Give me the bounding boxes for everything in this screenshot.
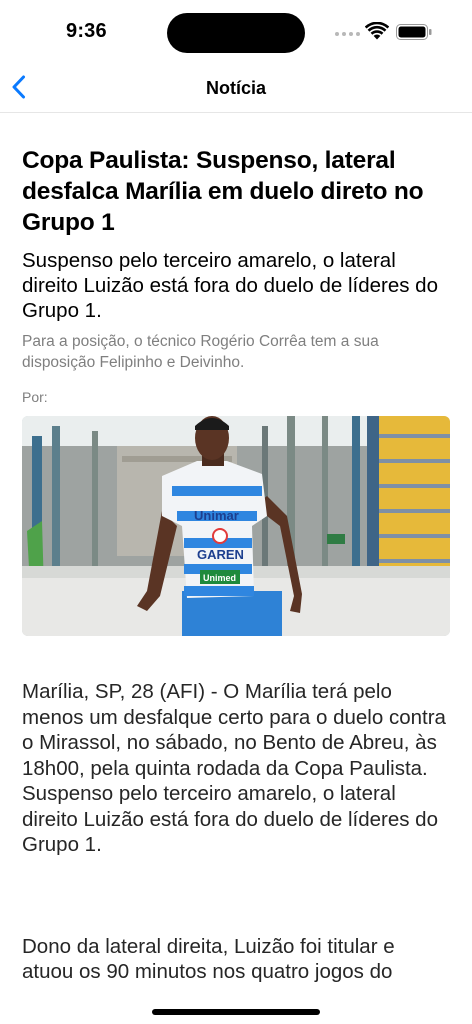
- nav-title: Notícia: [205, 78, 266, 98]
- cellular-signal-icon: [335, 32, 360, 36]
- navigation-bar: Notícia: [0, 60, 472, 113]
- article-subheadline: Suspenso pelo terceiro amarelo, o latera…: [22, 249, 438, 322]
- status-time: 9:36: [66, 20, 107, 42]
- jersey-sponsor-2: GAREN: [197, 547, 244, 562]
- battery-icon: [396, 24, 432, 40]
- dynamic-island: [167, 13, 305, 53]
- jersey-sponsor-1: Unimar: [194, 508, 239, 523]
- article-paragraph: Dono da lateral direita, Luizão foi titu…: [22, 934, 395, 984]
- jersey-sponsor-3: Unimed: [203, 573, 236, 583]
- bottom-safe-area: [0, 984, 472, 1024]
- article: Copa Paulista: Suspenso, lateral desfalc…: [22, 113, 450, 985]
- status-bar: 9:36: [0, 0, 472, 60]
- article-photo[interactable]: Unimar GAREN Unimed: [22, 416, 450, 636]
- wifi-icon: [365, 22, 389, 40]
- article-summary: Para a posição, o técnico Rogério Corrêa…: [22, 333, 379, 371]
- screen: 9:36 Notícia Copa Paulista: Suspenso, la…: [0, 0, 472, 1024]
- article-byline: Por:: [22, 389, 48, 405]
- article-headline: Copa Paulista: Suspenso, lateral desfalc…: [22, 147, 424, 236]
- article-paragraph: Marília, SP, 28 (AFI) - O Marília terá p…: [22, 680, 446, 856]
- home-indicator[interactable]: [152, 1009, 320, 1015]
